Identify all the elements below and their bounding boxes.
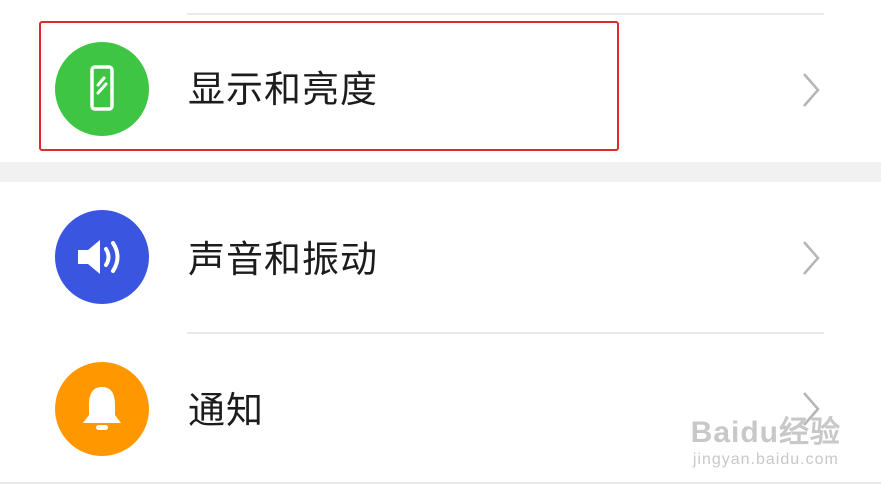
chevron-right-icon	[803, 73, 820, 107]
speaker-icon	[78, 240, 120, 274]
settings-item-label: 通知	[188, 389, 264, 432]
sound-icon-circle	[55, 210, 149, 304]
watermark-sub: jingyan.baidu.com	[692, 451, 839, 468]
highlight-box	[39, 21, 619, 151]
watermark: Baidu经验 jingyan.baidu.com	[691, 407, 841, 469]
top-divider	[187, 13, 824, 15]
settings-item-sound-vibration[interactable]: 声音和振动	[0, 182, 881, 332]
bell-icon	[83, 387, 121, 430]
watermark-main: Baidu经验	[690, 416, 841, 449]
section-separator	[0, 162, 881, 182]
bottom-divider	[0, 482, 881, 484]
notification-icon-circle	[55, 362, 149, 456]
settings-item-label: 声音和振动	[188, 238, 378, 281]
chevron-right-icon	[803, 241, 820, 275]
